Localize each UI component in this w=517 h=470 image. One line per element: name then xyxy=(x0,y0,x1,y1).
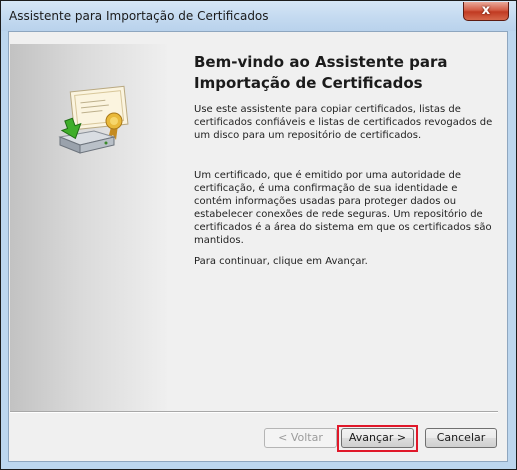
title-bar[interactable]: Assistente para Importação de Certificad… xyxy=(1,1,516,31)
wizard-heading: Bem-vindo ao Assistente para Importação … xyxy=(194,53,448,92)
continue-instruction: Para continuar, clique em Avançar. xyxy=(194,256,368,267)
cancel-button[interactable]: Cancelar xyxy=(425,428,497,448)
close-icon: x xyxy=(481,3,491,18)
next-button[interactable]: Avançar > xyxy=(341,428,414,448)
wizard-window: Assistente para Importação de Certificad… xyxy=(0,0,517,470)
certificate-import-icon xyxy=(58,85,129,154)
intro-paragraph: Use este assistente para copiar certific… xyxy=(194,104,493,141)
certificate-description: Um certificado, que é emitido por uma au… xyxy=(194,170,492,246)
wizard-body: Bem-vindo ao Assistente para Importação … xyxy=(8,31,508,462)
window-title: Assistente para Importação de Certificad… xyxy=(9,9,269,23)
close-button[interactable]: x xyxy=(463,2,509,21)
back-button[interactable]: < Voltar xyxy=(264,428,337,448)
wizard-side-panel xyxy=(10,44,167,411)
button-separator xyxy=(10,411,498,413)
